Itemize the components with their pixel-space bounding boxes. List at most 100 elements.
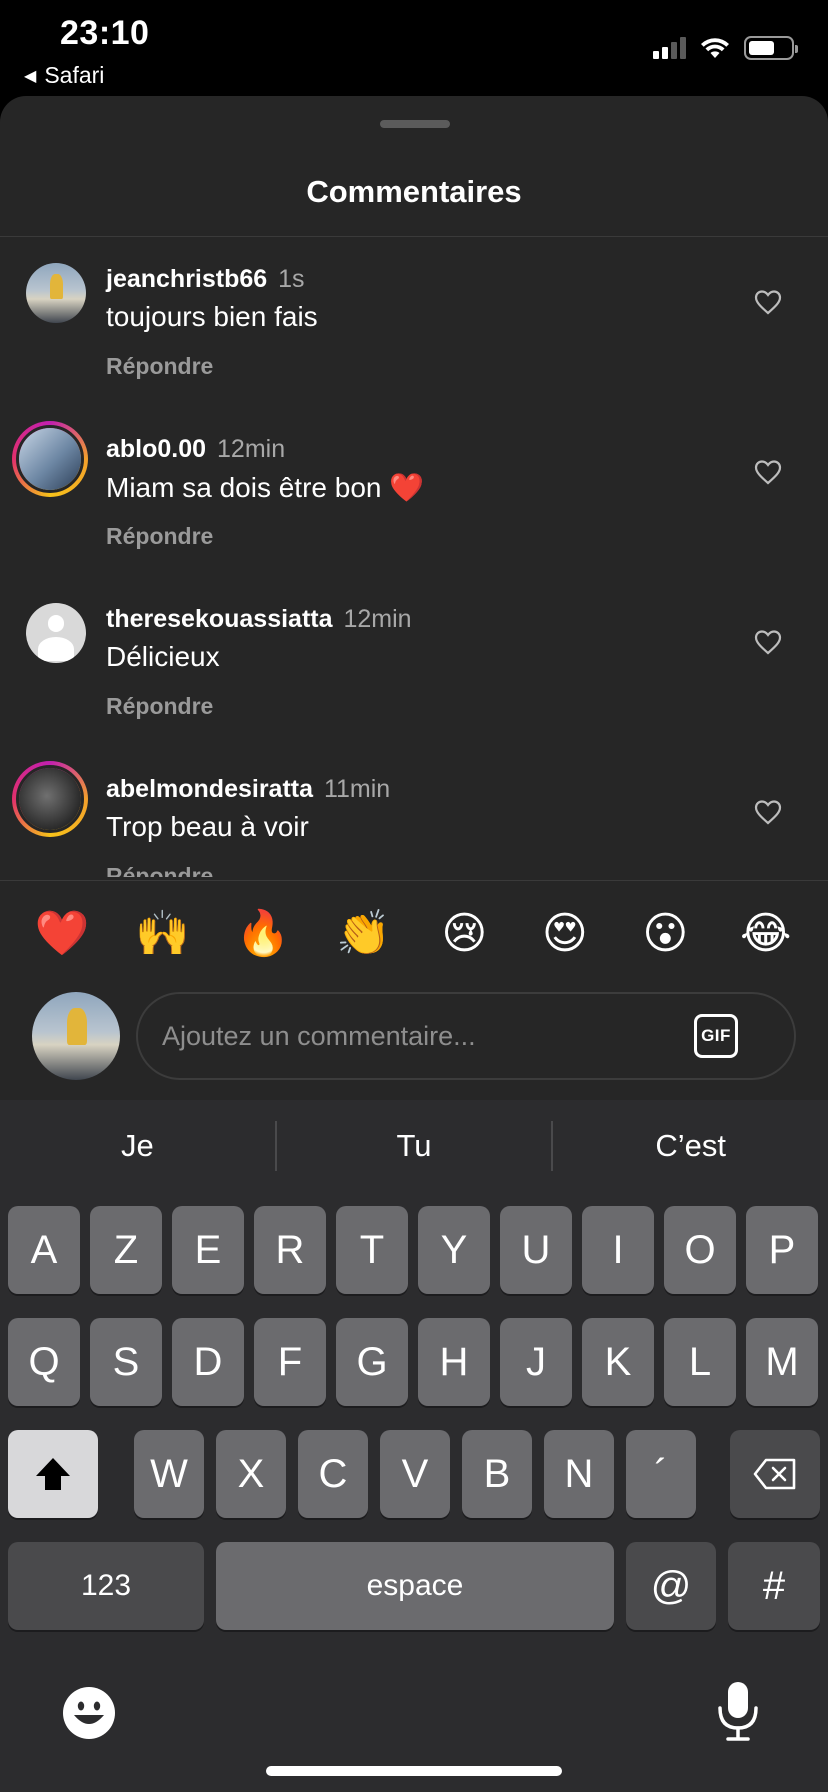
- emoji-heart[interactable]: ❤️: [32, 912, 92, 956]
- key-k[interactable]: K: [582, 1318, 654, 1406]
- key-j[interactable]: J: [500, 1318, 572, 1406]
- key-f[interactable]: F: [254, 1318, 326, 1406]
- emoji-keyboard-icon[interactable]: [62, 1686, 116, 1740]
- key-r[interactable]: R: [254, 1206, 326, 1294]
- comment-composer: GIF: [0, 972, 828, 1100]
- key-u[interactable]: U: [500, 1206, 572, 1294]
- status-bar: 23:10 ◀ Safari: [0, 0, 828, 96]
- my-avatar: [32, 992, 120, 1080]
- back-to-app-link[interactable]: ◀ Safari: [24, 62, 104, 89]
- back-triangle-icon: ◀: [24, 67, 37, 85]
- emoji-heart-eyes[interactable]: 😍: [535, 912, 595, 956]
- gif-button[interactable]: GIF: [694, 1014, 738, 1058]
- comment-username[interactable]: theresekouassiatta: [106, 605, 333, 633]
- key-x[interactable]: X: [216, 1430, 286, 1518]
- at-key[interactable]: @: [626, 1542, 716, 1630]
- comment-username[interactable]: abelmondesiratta: [106, 775, 313, 803]
- avatar-story-ring[interactable]: [12, 761, 88, 837]
- backspace-icon: [753, 1458, 796, 1490]
- comment-item: theresekouassiatta 12min Délicieux Répon…: [0, 577, 828, 747]
- emoji-clapping[interactable]: 👏: [334, 912, 394, 956]
- comment-item: abelmondesiratta 11min Trop beau à voir …: [0, 747, 828, 877]
- comment-input[interactable]: [162, 994, 682, 1078]
- microphone-icon[interactable]: [716, 1680, 760, 1742]
- sheet-title: Commentaires: [306, 174, 522, 209]
- key-accent[interactable]: ´: [626, 1430, 696, 1518]
- comment-header: ablo0.00 12min: [106, 435, 285, 464]
- heart-outline-icon[interactable]: [754, 629, 782, 655]
- comment-text: toujours bien fais: [106, 301, 318, 332]
- emoji-crying[interactable]: 😢: [434, 912, 494, 956]
- avatar-default[interactable]: [26, 603, 86, 663]
- divider: [0, 880, 828, 881]
- comment-time: 12min: [217, 435, 286, 463]
- comment-time: 12min: [343, 605, 412, 633]
- comment-input-wrapper: GIF: [136, 992, 796, 1080]
- comment-text: Trop beau à voir: [106, 811, 309, 842]
- key-b[interactable]: B: [462, 1430, 532, 1518]
- cellular-signal-icon: [653, 37, 686, 59]
- wifi-icon: [701, 38, 729, 58]
- numbers-key[interactable]: 123: [8, 1542, 204, 1630]
- delete-key[interactable]: [730, 1430, 820, 1518]
- sheet-grabber[interactable]: [380, 120, 450, 128]
- key-h[interactable]: H: [418, 1318, 490, 1406]
- key-s[interactable]: S: [90, 1318, 162, 1406]
- battery-icon: [744, 36, 798, 60]
- emoji-fire[interactable]: 🔥: [233, 912, 293, 956]
- hash-key[interactable]: #: [728, 1542, 820, 1630]
- comment-header: abelmondesiratta 11min: [106, 775, 390, 804]
- comment-list[interactable]: jeanchristb66 1s toujours bien fais Répo…: [0, 237, 828, 877]
- key-v[interactable]: V: [380, 1430, 450, 1518]
- key-q[interactable]: Q: [8, 1318, 80, 1406]
- heart-outline-icon[interactable]: [754, 289, 782, 315]
- key-w[interactable]: W: [134, 1430, 204, 1518]
- key-g[interactable]: G: [336, 1318, 408, 1406]
- suggestion[interactable]: Je: [0, 1128, 275, 1164]
- quick-emoji-bar: ❤️ 🙌 🔥 👏 😢 😍 😮 😂: [0, 902, 828, 966]
- back-app-label: Safari: [44, 62, 105, 88]
- emoji-surprised[interactable]: 😮: [635, 912, 695, 956]
- key-c[interactable]: C: [298, 1430, 368, 1518]
- key-y[interactable]: Y: [418, 1206, 490, 1294]
- comment-username[interactable]: ablo0.00: [106, 435, 206, 463]
- shift-key[interactable]: [8, 1430, 98, 1518]
- home-indicator[interactable]: [266, 1766, 562, 1776]
- heart-outline-icon[interactable]: [754, 799, 782, 825]
- key-m[interactable]: M: [746, 1318, 818, 1406]
- comment-text: Délicieux: [106, 641, 220, 672]
- emoji-raised-hands[interactable]: 🙌: [133, 912, 193, 956]
- key-n[interactable]: N: [544, 1430, 614, 1518]
- key-o[interactable]: O: [664, 1206, 736, 1294]
- reply-button[interactable]: Répondre: [106, 353, 213, 380]
- reply-button[interactable]: Répondre: [106, 523, 213, 550]
- key-p[interactable]: P: [746, 1206, 818, 1294]
- avatar-story-ring[interactable]: [12, 421, 88, 497]
- key-d[interactable]: D: [172, 1318, 244, 1406]
- key-i[interactable]: I: [582, 1206, 654, 1294]
- comment-time: 11min: [323, 775, 391, 803]
- key-a[interactable]: A: [8, 1206, 80, 1294]
- key-t[interactable]: T: [336, 1206, 408, 1294]
- key-e[interactable]: E: [172, 1206, 244, 1294]
- suggestion[interactable]: C’est: [553, 1128, 828, 1164]
- comments-sheet: Commentaires jeanchristb66 1s toujours b…: [0, 96, 828, 1100]
- predictive-bar: Je Tu C’est: [0, 1100, 828, 1192]
- reply-button[interactable]: Répondre: [106, 693, 213, 720]
- comment-header: jeanchristb66 1s: [106, 265, 305, 294]
- comment-item: ablo0.00 12min Miam sa dois être bon ❤️ …: [0, 407, 828, 577]
- space-key[interactable]: espace: [216, 1542, 614, 1630]
- comment-header: theresekouassiatta 12min: [106, 605, 412, 634]
- key-z[interactable]: Z: [90, 1206, 162, 1294]
- emoji-laughing[interactable]: 😂: [736, 912, 796, 956]
- avatar[interactable]: [26, 263, 86, 323]
- keyboard: Je Tu C’est A Z E R T Y U I O P Q S D F …: [0, 1100, 828, 1792]
- reply-button[interactable]: Répondre: [106, 863, 213, 877]
- heart-outline-icon[interactable]: [754, 459, 782, 485]
- comment-username[interactable]: jeanchristb66: [106, 265, 267, 293]
- status-time: 23:10: [60, 14, 150, 52]
- comment-time: 1s: [278, 265, 305, 293]
- comment-item: jeanchristb66 1s toujours bien fais Répo…: [0, 237, 828, 407]
- suggestion[interactable]: Tu: [277, 1128, 552, 1164]
- key-l[interactable]: L: [664, 1318, 736, 1406]
